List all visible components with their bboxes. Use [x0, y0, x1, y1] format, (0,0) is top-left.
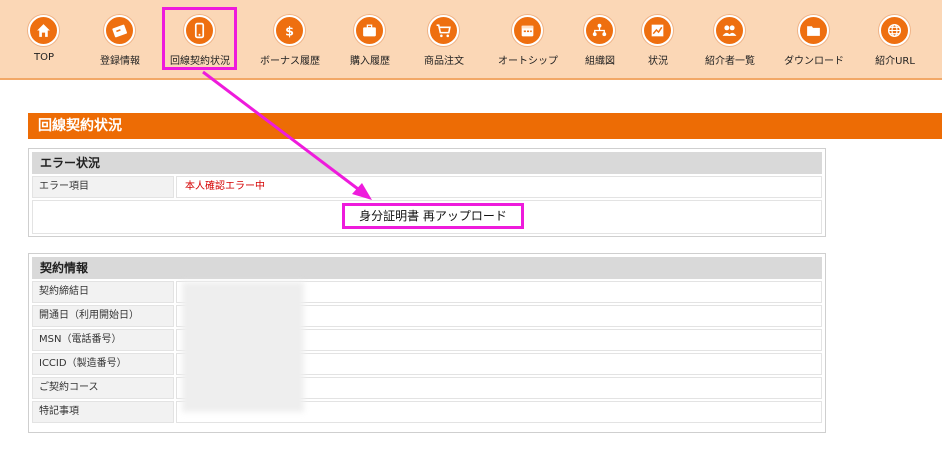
- organization-icon: [584, 15, 615, 46]
- top-navigation: TOP 登録情報 回線契約状況 $ ボーナス履歴 購入履歴 商品注文 オートシッ…: [0, 0, 942, 80]
- id-card-icon: [104, 15, 135, 46]
- nav-label: 購入履歴: [350, 56, 390, 67]
- nav-label: TOP: [33, 52, 55, 63]
- chart-icon: [642, 15, 673, 46]
- reupload-row: 身分証明書 再アップロード: [32, 200, 822, 234]
- globe-icon: [879, 15, 910, 46]
- calendar-icon: [512, 15, 543, 46]
- table-row: 契約締結日: [32, 281, 822, 303]
- row-label: エラー項目: [32, 176, 174, 198]
- nav-item-product-order[interactable]: 商品注文: [422, 0, 466, 78]
- nav-label: 組織図: [585, 56, 615, 67]
- nav-item-organization[interactable]: 組織図: [584, 0, 616, 78]
- table-row: 開通日（利用開始日）: [32, 305, 822, 327]
- row-label: ICCID（製造番号）: [32, 353, 174, 375]
- contract-info-panel: 契約情報 契約締結日 開通日（利用開始日） MSN（電話番号） ICCID（製造…: [28, 253, 826, 433]
- nav-label: ボーナス履歴: [260, 56, 320, 67]
- row-label: ご契約コース: [32, 377, 174, 399]
- row-label: 契約締結日: [32, 281, 174, 303]
- nav-item-download[interactable]: ダウンロード: [782, 0, 846, 78]
- id-reupload-button[interactable]: 身分証明書 再アップロード: [342, 203, 524, 229]
- table-row: エラー項目 本人確認エラー中: [32, 176, 822, 198]
- panel-header: 契約情報: [32, 257, 822, 279]
- panel-header: エラー状況: [32, 152, 822, 174]
- nav-label: オートシップ: [498, 56, 558, 67]
- nav-item-referral-url[interactable]: 紹介URL: [871, 0, 919, 78]
- redacted-values: [182, 282, 304, 412]
- nav-item-status[interactable]: 状況: [642, 0, 674, 78]
- error-item-value: 本人確認エラー中: [176, 176, 822, 198]
- row-label: 開通日（利用開始日）: [32, 305, 174, 327]
- table-row: MSN（電話番号）: [32, 329, 822, 351]
- row-label: 特記事項: [32, 401, 174, 423]
- folder-icon: [798, 15, 829, 46]
- table-row: ご契約コース: [32, 377, 822, 399]
- nav-item-autoship[interactable]: オートシップ: [497, 0, 559, 78]
- nav-label: 商品注文: [424, 56, 464, 67]
- nav-item-purchase-history[interactable]: 購入履歴: [348, 0, 392, 78]
- nav-label: 紹介者一覧: [705, 56, 755, 67]
- row-label: MSN（電話番号）: [32, 329, 174, 351]
- nav-item-bonus-history[interactable]: $ ボーナス履歴: [257, 0, 323, 78]
- nav-label: 紹介URL: [875, 56, 915, 67]
- nav-label: ダウンロード: [784, 56, 844, 67]
- briefcase-icon: [354, 15, 385, 46]
- svg-text:$: $: [285, 24, 294, 39]
- cart-icon: [428, 15, 459, 46]
- nav-item-top[interactable]: TOP: [26, 0, 62, 78]
- nav-item-registration[interactable]: 登録情報: [97, 0, 143, 78]
- nav-label: 状況: [648, 56, 668, 67]
- nav-label: 登録情報: [100, 56, 140, 67]
- table-row: 特記事項: [32, 401, 822, 423]
- active-tab-highlight: [162, 7, 237, 70]
- nav-item-referral-list[interactable]: 紹介者一覧: [701, 0, 759, 78]
- users-icon: [714, 15, 745, 46]
- dollar-icon: $: [274, 15, 305, 46]
- table-row: ICCID（製造番号）: [32, 353, 822, 375]
- home-icon: [28, 15, 59, 46]
- page-title: 回線契約状況: [28, 113, 942, 139]
- error-status-panel: エラー状況 エラー項目 本人確認エラー中 身分証明書 再アップロード: [28, 148, 826, 237]
